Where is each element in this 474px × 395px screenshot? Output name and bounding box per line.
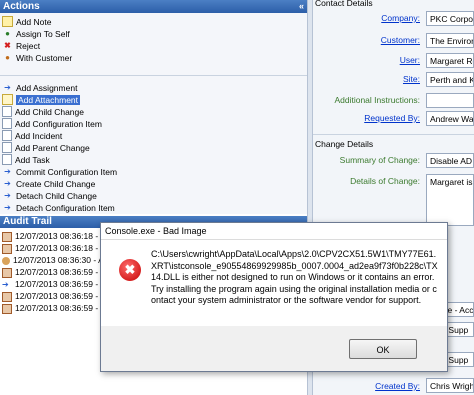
add-page-icon [2, 154, 12, 166]
change-section-title: Change Details [315, 139, 374, 149]
audit-row[interactable]: 12/07/2013 08:36:18 - A [0, 243, 106, 254]
instructions-label: Additional Instructions: [334, 95, 420, 105]
customer-field[interactable]: The Environm [426, 33, 474, 48]
actions-title: Actions [3, 1, 40, 12]
user-icon [2, 256, 10, 265]
actions-header[interactable]: Actions « [0, 0, 307, 13]
created-by-field[interactable]: Chris Wright [426, 378, 474, 393]
action-reject[interactable]: ✖ Reject [0, 39, 40, 51]
details-field[interactable]: Margaret is [426, 174, 474, 226]
action-add-child-change[interactable]: Add Child Change [0, 105, 84, 118]
bad-image-dialog: Console.exe - Bad Image ✖ C:\Users\cwrig… [100, 222, 448, 372]
instructions-field[interactable] [426, 93, 474, 108]
calendar-icon [2, 291, 12, 302]
action-add-assignment[interactable]: ➔ Add Assignment [0, 81, 77, 93]
action-commit-configuration-item[interactable]: ➔ Commit Configuration Item [0, 165, 117, 177]
add-page-icon [2, 106, 12, 118]
customer-icon: ● [5, 53, 10, 63]
created-by-label[interactable]: Created By: [313, 381, 420, 391]
action-create-child-change[interactable]: ➔ Create Child Change [0, 177, 95, 189]
details-label: Details of Change: [350, 176, 420, 186]
add-page-icon [2, 130, 12, 142]
ok-button[interactable]: OK [349, 339, 417, 359]
audit-row[interactable]: ➔ 12/07/2013 08:36:59 - A [0, 279, 106, 290]
section-divider [313, 134, 474, 135]
action-add-parent-change[interactable]: Add Parent Change [0, 141, 90, 154]
requested-by-label[interactable]: Requested By: [313, 113, 420, 123]
arrow-right-icon: ➔ [4, 83, 11, 93]
action-with-customer[interactable]: ● With Customer [0, 51, 72, 63]
site-label[interactable]: Site: [313, 74, 420, 84]
action-add-configuration-item[interactable]: Add Configuration Item [0, 117, 102, 130]
calendar-icon [2, 267, 12, 278]
add-page-icon [2, 142, 12, 154]
company-field[interactable]: PKC Corporat [426, 11, 474, 26]
action-add-attachment[interactable]: Add Attachment [0, 93, 81, 106]
arrow-right-icon: ➔ [2, 279, 9, 289]
arrow-right-icon: ➔ [4, 179, 11, 189]
calendar-icon [2, 243, 12, 254]
action-assign-to-self[interactable]: ● Assign To Self [0, 27, 70, 39]
error-message: C:\Users\cwright\AppData\Local\Apps\2.0\… [151, 249, 438, 305]
summary-field[interactable]: Disable AD A [426, 153, 474, 168]
user-label[interactable]: User: [313, 55, 420, 65]
audit-title: Audit Trail [3, 216, 52, 227]
customer-label[interactable]: Customer: [313, 35, 420, 45]
error-icon: ✖ [119, 259, 141, 281]
action-detach-configuration-item[interactable]: ➔ Detach Configuration Item [0, 201, 115, 213]
audit-row[interactable]: 12/07/2013 08:36:18 - A [0, 231, 106, 242]
user-icon: ● [5, 29, 10, 39]
actions-panel: Actions « Add Note ● Assign To Self ✖ Reje… [0, 0, 307, 214]
action-add-note[interactable]: Add Note [0, 15, 51, 28]
contact-section-title: Contact Details [315, 0, 373, 8]
detach-icon: ➔ [4, 191, 11, 201]
summary-label: Summary of Change: [339, 155, 420, 165]
action-add-incident[interactable]: Add Incident [0, 129, 62, 142]
user-field[interactable]: Margaret Ro [426, 53, 474, 68]
collapse-icon[interactable]: « [299, 0, 304, 13]
calendar-icon [2, 231, 12, 242]
detach-icon: ➔ [4, 203, 11, 213]
site-field[interactable]: Perth and Kin [426, 72, 474, 87]
add-page-icon [2, 118, 12, 130]
action-add-task[interactable]: Add Task [0, 153, 50, 166]
attachment-icon [2, 94, 13, 106]
audit-row[interactable]: 12/07/2013 08:36:59 - A [0, 291, 106, 302]
dialog-title: Console.exe - Bad Image [105, 226, 207, 236]
dialog-body: ✖ C:\Users\cwright\AppData\Local\Apps\2.… [101, 240, 447, 326]
calendar-icon [2, 303, 12, 314]
company-label[interactable]: Company: [313, 13, 420, 23]
action-detach-child-change[interactable]: ➔ Detach Child Change [0, 189, 97, 201]
audit-row[interactable]: 12/07/2013 08:36:59 - A [0, 267, 106, 278]
note-icon [2, 16, 13, 28]
requested-by-field[interactable]: Andrew War [426, 111, 474, 126]
reject-icon: ✖ [4, 41, 11, 51]
actions-divider [0, 75, 307, 76]
dialog-title-bar[interactable]: Console.exe - Bad Image [101, 223, 447, 240]
audit-row[interactable]: 12/07/2013 08:36:59 - A [0, 303, 106, 314]
audit-row[interactable]: 12/07/2013 08:36:30 - A [0, 255, 104, 266]
arrow-right-icon: ➔ [4, 167, 11, 177]
